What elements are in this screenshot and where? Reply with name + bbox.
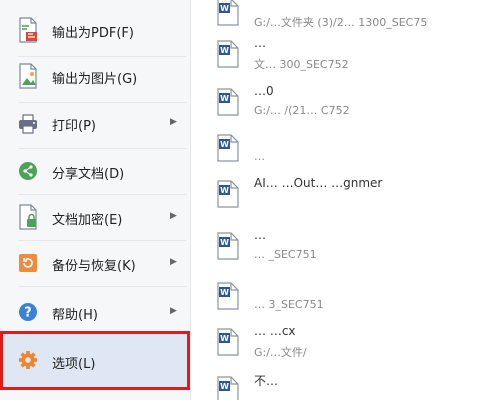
recent-file-path: 文… 300_SEC752 xyxy=(254,58,349,71)
file-menu-panel: 输出为PDF(F) 输出为图片(G) 打印(P) ▶ 分享文档(D) 文档加密(… xyxy=(0,0,191,400)
menu-item-label: 输出为PDF(F) xyxy=(52,26,134,41)
svg-text:W: W xyxy=(220,94,229,103)
recent-file-path: … xyxy=(254,150,265,163)
recent-file-row[interactable]: W … 文… 300_SEC752 xyxy=(200,30,500,78)
menu-item-export-pdf[interactable]: 输出为PDF(F) xyxy=(0,8,190,54)
recent-file-name: … xyxy=(254,228,266,242)
word-document-icon: W xyxy=(216,88,240,116)
help-icon: ? xyxy=(18,299,38,325)
recent-file-name: … …cx xyxy=(254,324,296,338)
printer-icon xyxy=(18,110,38,136)
recent-file-row[interactable]: W … xyxy=(200,124,500,172)
menu-item-label: 打印(P) xyxy=(52,119,96,134)
menu-item-export-image[interactable]: 输出为图片(G) xyxy=(0,54,190,100)
menu-item-share[interactable]: 分享文档(D) xyxy=(0,149,190,195)
recent-file-name: …0 xyxy=(254,84,274,98)
word-document-icon: W xyxy=(216,40,240,68)
menu-item-backup-restore[interactable]: 备份与恢复(K) ▶ xyxy=(0,241,190,287)
menu-item-label: 选项(L) xyxy=(52,357,96,372)
menu-item-label: 备份与恢复(K) xyxy=(52,259,136,274)
menu-item-label: 分享文档(D) xyxy=(52,167,125,182)
word-document-icon: W xyxy=(216,376,240,400)
gear-icon xyxy=(18,347,38,373)
menu-item-label: 输出为图片(G) xyxy=(52,72,138,87)
recent-file-row[interactable]: W …0 G:/… /(21… C752 xyxy=(200,78,500,126)
chevron-right-icon: ▶ xyxy=(170,117,177,127)
menu-item-options[interactable]: 选项(L) xyxy=(0,334,190,387)
menu-item-label: 文档加密(E) xyxy=(52,213,123,228)
backup-restore-icon xyxy=(18,250,38,276)
recent-file-row[interactable]: W … 3_SEC751 xyxy=(200,272,500,320)
recent-file-name: AI… …Out… …gnmer xyxy=(254,176,383,190)
recent-file-name: 不… xyxy=(254,374,279,388)
word-document-icon: W xyxy=(216,282,240,310)
chevron-right-icon: ▶ xyxy=(170,257,177,267)
svg-text:W: W xyxy=(220,46,229,55)
export-image-icon xyxy=(18,63,38,89)
recent-file-row[interactable]: W 不… xyxy=(200,366,500,400)
svg-text:W: W xyxy=(220,140,229,149)
chevron-right-icon: ▶ xyxy=(170,306,177,316)
menu-divider xyxy=(18,286,186,287)
recent-file-path: … _SEC751 xyxy=(254,248,317,261)
recent-file-row[interactable]: W … …cx G:/…文件/ xyxy=(200,318,500,366)
svg-text:W: W xyxy=(220,288,229,297)
menu-item-print[interactable]: 打印(P) ▶ xyxy=(0,101,190,147)
share-icon xyxy=(18,158,38,184)
recent-file-row[interactable]: W AI… …Out… …gnmer xyxy=(200,170,500,218)
svg-text:W: W xyxy=(220,4,229,13)
recent-file-path: G:/…文件/ xyxy=(254,346,307,359)
word-document-icon: W xyxy=(216,232,240,260)
document-lock-icon xyxy=(18,204,38,230)
word-document-icon: W xyxy=(216,0,240,26)
recent-file-name: … xyxy=(254,36,266,50)
svg-text:W: W xyxy=(220,334,229,343)
recent-file-path: G:/…文件夹 (3)/2… 1300_SEC75 xyxy=(254,16,428,29)
recent-file-row[interactable]: W … … _SEC751 xyxy=(200,222,500,270)
menu-item-help[interactable]: ? 帮助(H) ▶ xyxy=(0,290,190,336)
word-document-icon: W xyxy=(216,180,240,208)
svg-text:W: W xyxy=(220,382,229,391)
svg-text:W: W xyxy=(220,186,229,195)
word-document-icon: W xyxy=(216,134,240,162)
export-pdf-icon xyxy=(18,17,38,43)
word-document-icon: W xyxy=(216,328,240,356)
menu-item-label: 帮助(H) xyxy=(52,308,98,323)
recent-file-path: G:/… /(21… C752 xyxy=(254,104,350,117)
recent-file-path: … 3_SEC751 xyxy=(254,298,324,311)
svg-text:?: ? xyxy=(24,306,32,321)
svg-text:W: W xyxy=(220,238,229,247)
chevron-right-icon: ▶ xyxy=(170,211,177,221)
menu-item-encrypt[interactable]: 文档加密(E) ▶ xyxy=(0,195,190,241)
recent-files-list: W G:/…文件夹 (3)/2… 1300_SEC75 W … 文… 300_S… xyxy=(200,0,500,400)
